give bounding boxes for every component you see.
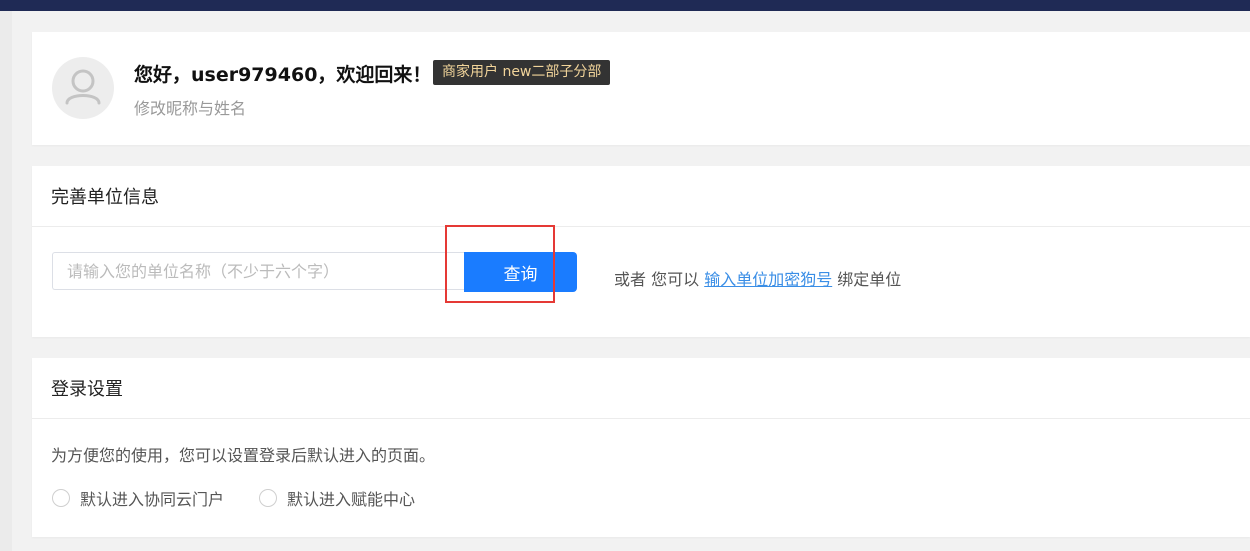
alt-binding-suffix: 绑定单位 <box>837 270 902 289</box>
radio-label-empowerment: 默认进入赋能中心 <box>287 490 416 509</box>
welcome-greeting: 您好，user979460，欢迎回来！ <box>134 64 432 86</box>
radio-label-portal: 默认进入协同云门户 <box>80 490 225 509</box>
org-card-title: 完善单位信息 <box>51 187 159 208</box>
query-button[interactable]: 查询 <box>464 252 577 292</box>
radio-option-portal[interactable]: 默认进入协同云门户 <box>52 487 224 509</box>
login-card-header: 登录设置 <box>32 358 1250 419</box>
user-avatar-icon[interactable] <box>52 57 114 119</box>
top-navigation-bar <box>0 0 1250 11</box>
radio-option-empowerment[interactable]: 默认进入赋能中心 <box>259 487 415 509</box>
org-info-card: 完善单位信息 查询 或者 您可以 输入单位加密狗号 绑定单位 <box>32 166 1250 337</box>
radio-circle-icon[interactable] <box>259 489 277 507</box>
login-description: 为方便您的使用，您可以设置登录后默认进入的页面。 <box>51 446 436 465</box>
login-card-title: 登录设置 <box>51 379 123 400</box>
profile-card: 您好，user979460，欢迎回来！ 商家用户 new二部子分部 修改昵称与姓… <box>32 32 1250 145</box>
org-name-input[interactable] <box>52 252 464 290</box>
dongle-number-link[interactable]: 输入单位加密狗号 <box>704 270 832 289</box>
alt-binding-text: 或者 您可以 输入单位加密狗号 绑定单位 <box>614 266 901 290</box>
alt-binding-prefix: 或者 您可以 <box>614 270 700 289</box>
left-margin-strip <box>0 11 12 551</box>
org-card-header: 完善单位信息 <box>32 166 1250 227</box>
user-role-badge: 商家用户 new二部子分部 <box>433 60 611 85</box>
edit-nickname-link[interactable]: 修改昵称与姓名 <box>134 95 246 119</box>
login-settings-card: 登录设置 为方便您的使用，您可以设置登录后默认进入的页面。 默认进入协同云门户 … <box>32 358 1250 537</box>
radio-circle-icon[interactable] <box>52 489 70 507</box>
